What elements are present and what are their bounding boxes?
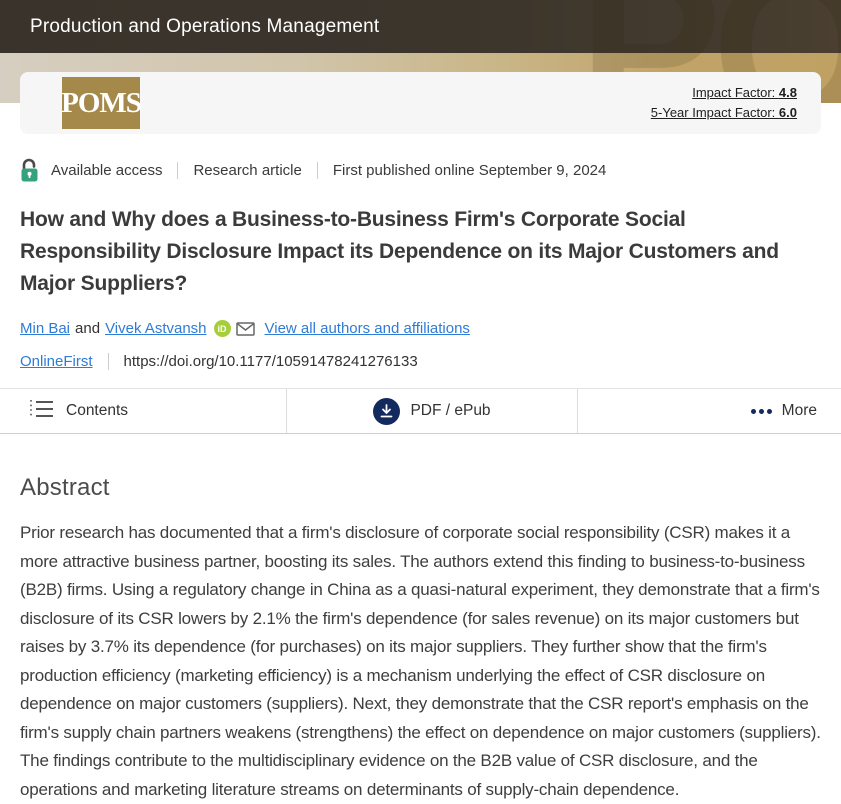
email-icon[interactable] <box>236 322 255 336</box>
impact-factor-line: Impact Factor: 4.8 <box>651 83 797 103</box>
contents-label: Contents <box>66 402 128 420</box>
meta-divider <box>317 162 318 179</box>
doi-row: OnlineFirst https://doi.org/10.1177/1059… <box>20 353 821 370</box>
view-all-authors-link[interactable]: View all authors and affiliations <box>265 320 470 337</box>
article-meta-row: Available access Research article First … <box>20 158 821 183</box>
five-year-impact-factor-line: 5-Year Impact Factor: 6.0 <box>651 103 797 123</box>
five-year-impact-factor-link[interactable]: 5-Year Impact Factor: 6.0 <box>651 105 797 120</box>
impact-factors: Impact Factor: 4.8 5-Year Impact Factor:… <box>651 83 797 123</box>
more-label: More <box>782 402 817 420</box>
meta-divider <box>177 162 178 179</box>
abstract-text: Prior research has documented that a fir… <box>20 519 821 804</box>
five-year-impact-factor-value: 6.0 <box>779 105 797 120</box>
contents-button[interactable]: Contents <box>0 389 287 433</box>
orcid-icon[interactable]: iD <box>214 320 231 337</box>
author-link-min-bai[interactable]: Min Bai <box>20 320 70 337</box>
impact-factor-link[interactable]: Impact Factor: 4.8 <box>692 85 797 100</box>
online-first-link[interactable]: OnlineFirst <box>20 353 93 370</box>
masthead-card: POMS Impact Factor: 4.8 5-Year Impact Fa… <box>20 72 821 134</box>
article-toolbar: Contents PDF / ePub More <box>0 388 841 434</box>
journal-title[interactable]: Production and Operations Management <box>0 0 379 53</box>
impact-factor-value: 4.8 <box>779 85 797 100</box>
authors-row: Min Bai and Vivek Astvansh iD View all a… <box>20 320 821 337</box>
author-link-vivek-astvansh[interactable]: Vivek Astvansh <box>105 320 206 337</box>
article-title: How and Why does a Business-to-Business … <box>20 204 820 300</box>
contents-icon <box>28 398 54 425</box>
pdf-epub-button[interactable]: PDF / ePub <box>287 389 578 433</box>
doi-divider <box>108 353 109 370</box>
abstract-heading: Abstract <box>20 474 821 502</box>
ellipsis-icon <box>748 409 772 414</box>
more-button[interactable]: More <box>578 389 841 433</box>
access-type-label: Available access <box>51 162 162 179</box>
pdf-epub-label: PDF / ePub <box>410 402 490 420</box>
authors-conjunction: and <box>75 320 100 337</box>
published-date-label: First published online September 9, 2024 <box>333 162 607 179</box>
doi-text[interactable]: https://doi.org/10.1177/1059147824127613… <box>124 353 418 370</box>
poms-logo[interactable]: POMS <box>62 77 140 129</box>
download-icon <box>373 398 400 425</box>
article-type-label: Research article <box>193 162 301 179</box>
open-lock-icon <box>20 158 39 183</box>
